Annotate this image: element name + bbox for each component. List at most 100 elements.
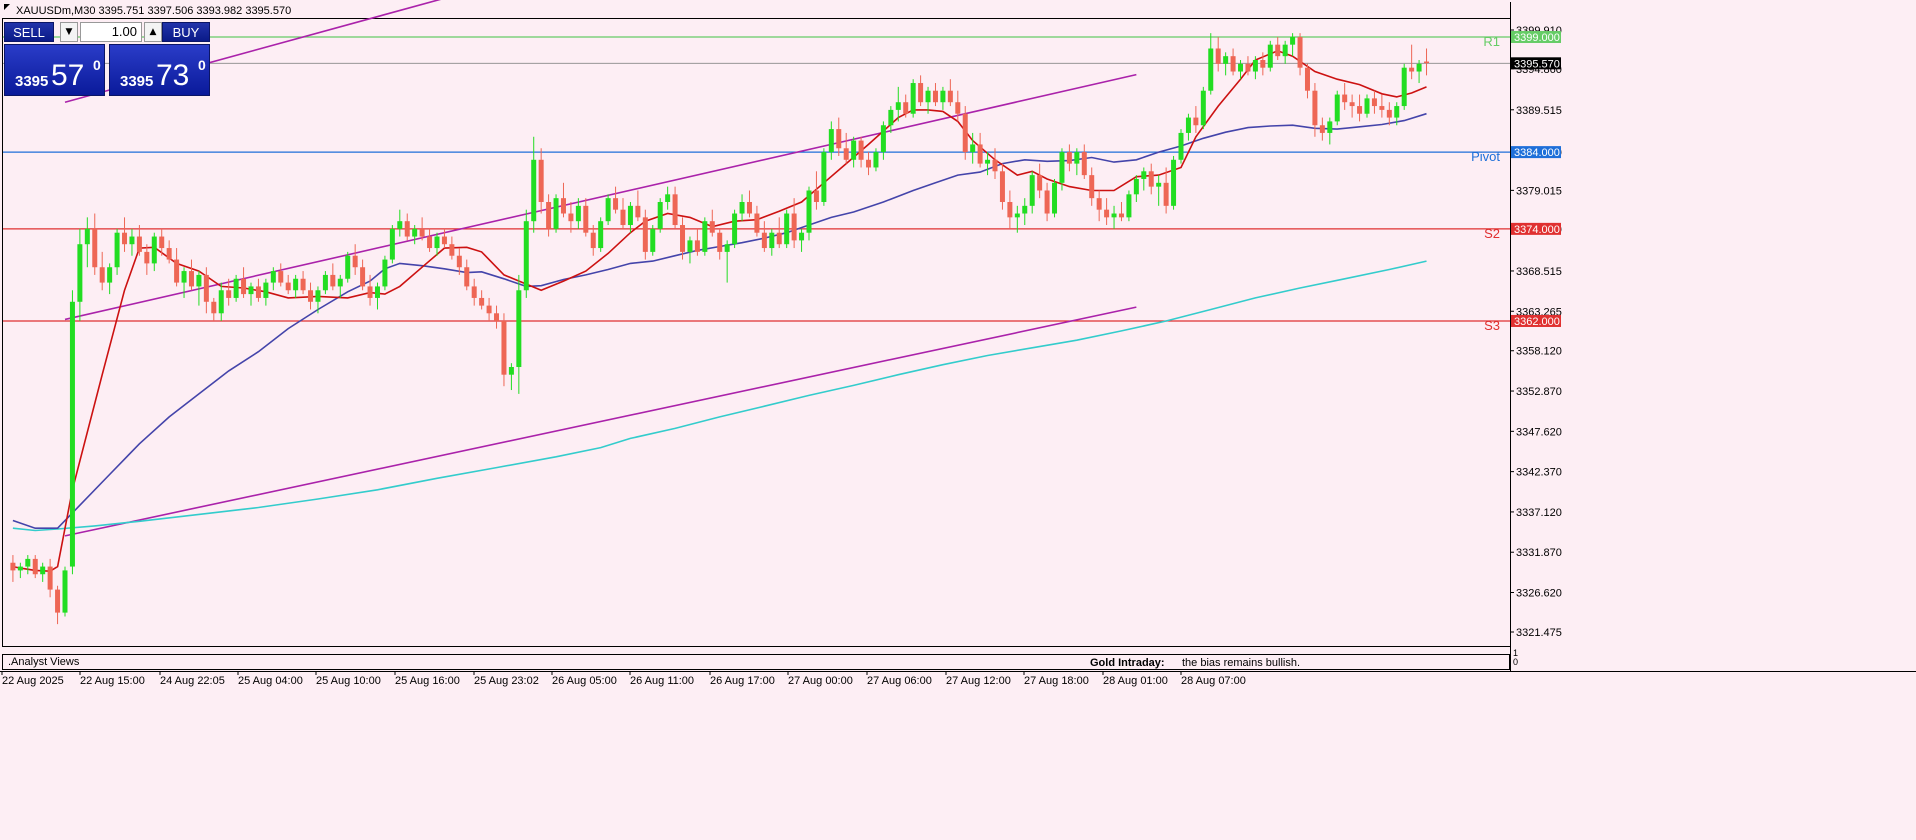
gold-intraday-label: Gold Intraday: <box>1090 657 1165 669</box>
price-tick-label: 3337.120 <box>1516 507 1562 519</box>
candle-body <box>977 144 983 164</box>
candle-body <box>159 236 165 249</box>
chevron-up-icon: ▲ <box>149 27 157 37</box>
candle-body <box>970 144 976 153</box>
candle-body <box>1126 194 1132 218</box>
candle-body <box>263 282 269 298</box>
candle-body <box>866 159 872 168</box>
candle-body <box>613 198 619 210</box>
candle-body <box>650 228 656 252</box>
candle <box>382 255 388 291</box>
price-tick-label: 3379.015 <box>1516 185 1562 197</box>
candle-body <box>315 290 321 302</box>
candle-body <box>932 90 938 103</box>
candle-body <box>1252 60 1258 72</box>
candle-body <box>583 205 589 233</box>
candle <box>69 290 75 575</box>
candle-body <box>122 232 128 245</box>
candle-body <box>322 274 328 291</box>
buy-price-small: 3395 <box>120 73 154 90</box>
candle-body <box>404 221 410 237</box>
buy-button[interactable]: BUY <box>162 22 210 42</box>
level-name-s2: S2 <box>1484 226 1500 241</box>
level-price-label: 3374.000 <box>1514 224 1560 236</box>
one-click-trading-panel: SELL ▼ 1.00 ▲ BUY 3395 57 0 3395 73 0 <box>4 22 210 96</box>
lot-value: 1.00 <box>111 24 137 39</box>
candle-body <box>925 90 931 103</box>
buy-price-box[interactable]: 3395 73 0 <box>109 44 210 96</box>
candle-body <box>1290 36 1296 45</box>
candle-body <box>657 202 663 229</box>
candle-body <box>642 217 648 252</box>
candle-body <box>605 198 611 222</box>
candle-body <box>107 267 113 283</box>
chevron-down-icon: ▼ <box>65 27 73 37</box>
candle-body <box>1052 182 1058 214</box>
candle-body <box>702 221 708 252</box>
candle <box>1171 155 1177 210</box>
candle-body <box>1304 67 1310 91</box>
candle-body <box>419 228 425 237</box>
candle-body <box>360 267 366 287</box>
candle-body <box>233 278 239 298</box>
candle-body <box>25 558 31 567</box>
candle-body <box>806 190 812 233</box>
buy-label: BUY <box>172 24 200 40</box>
candle-body <box>985 159 991 164</box>
candle-body <box>226 290 232 298</box>
candle-body <box>568 213 574 222</box>
candle <box>1126 190 1132 222</box>
candle-body <box>181 271 187 283</box>
candle-body <box>345 255 351 279</box>
lot-input[interactable]: 1.00 <box>80 22 142 42</box>
price-tick-label: 3321.475 <box>1516 627 1562 639</box>
candle <box>732 209 738 249</box>
price-tick-label: 3358.120 <box>1516 346 1562 358</box>
candle-body <box>471 286 477 298</box>
candle-body <box>1394 106 1400 118</box>
candle-body <box>895 102 901 110</box>
candle-body <box>211 301 217 314</box>
candle-body <box>270 271 276 283</box>
candle-body <box>1327 121 1333 133</box>
candle-body <box>1215 48 1221 64</box>
candle-body <box>494 313 500 321</box>
candle-body <box>523 221 529 291</box>
price-tick-label: 3347.620 <box>1516 426 1562 438</box>
time-tick-label: 25 Aug 23:02 <box>474 675 539 687</box>
candle-body <box>1074 152 1080 164</box>
sell-button[interactable]: SELL <box>4 22 54 42</box>
candle-body <box>724 244 730 252</box>
candle-body <box>47 566 53 590</box>
candle-body <box>821 152 827 202</box>
lot-decrease-button[interactable]: ▼ <box>60 22 78 42</box>
candle-body <box>10 562 16 571</box>
time-tick-label: 28 Aug 01:00 <box>1103 675 1168 687</box>
candle-body <box>962 113 968 153</box>
time-tick-label: 27 Aug 00:00 <box>788 675 853 687</box>
candle-body <box>620 209 626 226</box>
subpanel-scale-bottom: 0 <box>1513 657 1519 667</box>
candle-body <box>784 213 790 245</box>
lot-increase-button[interactable]: ▲ <box>144 22 162 42</box>
candle-body <box>851 140 857 160</box>
price-tick-label: 3342.370 <box>1516 467 1562 479</box>
candle-body <box>456 255 462 268</box>
price-chart[interactable]: 3399.9103394.8603389.5153384.0003379.015… <box>0 0 1916 840</box>
candle-body <box>449 244 455 256</box>
candle <box>1334 90 1340 126</box>
candle-body <box>1059 152 1065 183</box>
candle-body <box>955 102 961 114</box>
candle-body <box>1312 90 1318 126</box>
candle <box>1052 178 1058 218</box>
candle <box>702 217 708 256</box>
candle-body <box>1037 175 1043 191</box>
candle-body <box>1185 117 1191 133</box>
sell-price-box[interactable]: 3395 57 0 <box>4 44 105 96</box>
candle-body <box>17 566 23 571</box>
candle-body <box>546 202 552 229</box>
candle-body <box>940 90 946 103</box>
time-tick-label: 26 Aug 05:00 <box>552 675 617 687</box>
candle-body <box>166 248 172 260</box>
price-tick-label: 3352.870 <box>1516 386 1562 398</box>
